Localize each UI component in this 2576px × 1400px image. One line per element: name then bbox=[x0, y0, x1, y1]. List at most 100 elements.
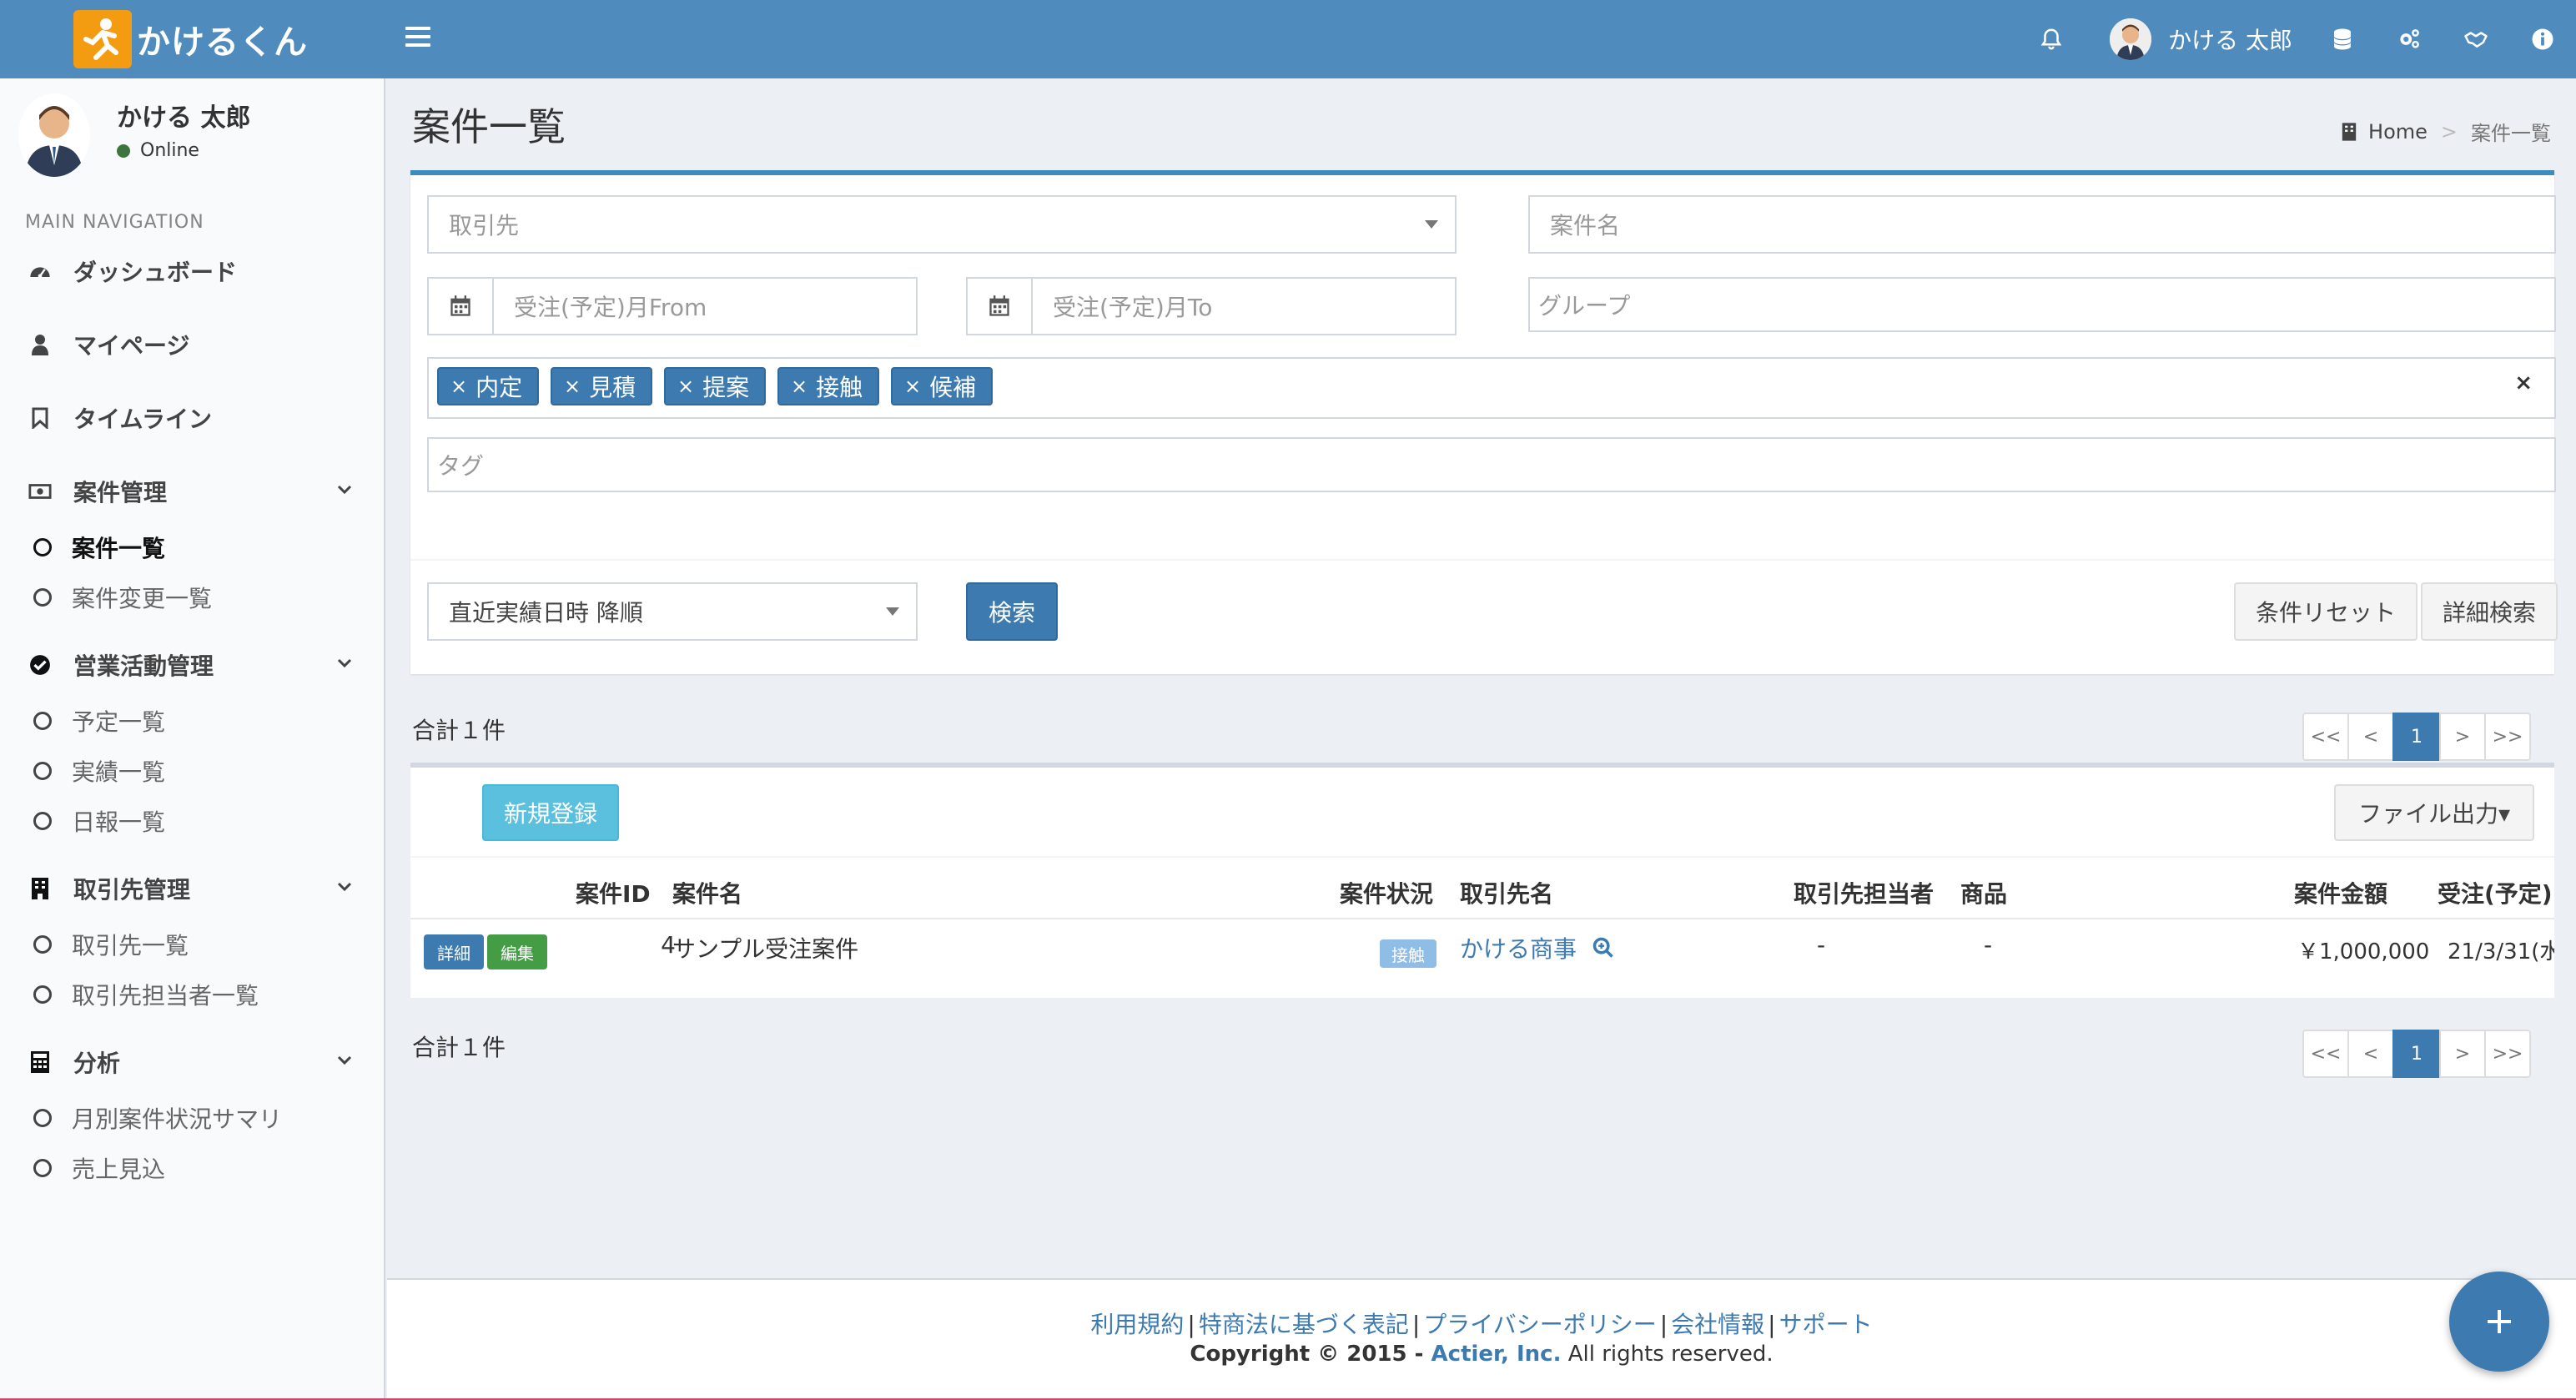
calendar-icon[interactable] bbox=[968, 279, 1033, 334]
sidebar-item-schedule-list[interactable]: 予定一覧 bbox=[0, 696, 384, 746]
detail-button[interactable]: 詳細 bbox=[424, 934, 484, 969]
month-to-field[interactable]: 受注(予定)月To bbox=[966, 277, 1457, 335]
cell-product: - bbox=[1984, 931, 1993, 959]
reset-button[interactable]: 条件リセット bbox=[2234, 582, 2418, 641]
sidebar-item-timeline[interactable]: タイムライン bbox=[0, 389, 384, 447]
remove-icon[interactable]: × bbox=[564, 375, 581, 398]
sort-select[interactable]: 直近実績日時 降順 bbox=[427, 582, 918, 641]
status-chip-naitei[interactable]: × 内定 bbox=[437, 367, 540, 405]
remove-icon[interactable]: × bbox=[450, 375, 467, 398]
sidebar-item-project-list[interactable]: 案件一覧 bbox=[0, 522, 384, 572]
chip-label: 提案 bbox=[702, 374, 750, 401]
col-header-contact[interactable]: 取引先担当者 bbox=[1794, 876, 1934, 909]
sidebar-item-monthly-summary[interactable]: 月別案件状況サマリ bbox=[0, 1093, 384, 1143]
search-button[interactable]: 検索 bbox=[966, 582, 1058, 641]
sidebar-item-sales-activity[interactable]: 営業活動管理 bbox=[0, 636, 384, 694]
status-chip-kouho[interactable]: × 候補 bbox=[891, 367, 994, 405]
page-prev-button[interactable]: < bbox=[2347, 713, 2394, 761]
col-header-client[interactable]: 取引先名 bbox=[1460, 876, 1553, 909]
circle-icon bbox=[33, 812, 52, 830]
sidebar-item-client-contact-list[interactable]: 取引先担当者一覧 bbox=[0, 969, 384, 1020]
divider bbox=[410, 856, 2554, 858]
sidebar-item-client-list[interactable]: 取引先一覧 bbox=[0, 919, 384, 969]
cogs-icon[interactable] bbox=[2376, 0, 2443, 78]
col-header-id[interactable]: 案件ID bbox=[576, 876, 651, 909]
footer-link-company[interactable]: 会社情報 bbox=[1671, 1311, 1764, 1338]
page-first-button[interactable]: << bbox=[2302, 1030, 2349, 1078]
tag-input[interactable]: タグ bbox=[427, 437, 2556, 492]
app-logo[interactable]: かけるくん bbox=[73, 10, 308, 68]
page-1-button[interactable]: 1 bbox=[2392, 1030, 2441, 1078]
footer-link-privacy[interactable]: プライバシーポリシー bbox=[1423, 1311, 1656, 1338]
database-icon[interactable] bbox=[2309, 0, 2376, 78]
cell-amount: ￥1,000,000 bbox=[2297, 939, 2430, 964]
circle-icon bbox=[33, 935, 52, 954]
sidebar-item-label: マイページ bbox=[73, 332, 190, 360]
bell-icon[interactable] bbox=[2018, 0, 2085, 78]
page-prev-button[interactable]: < bbox=[2347, 1030, 2394, 1078]
client-link[interactable]: かける商事 bbox=[1460, 931, 1577, 964]
group-input[interactable]: グループ bbox=[1528, 277, 2556, 332]
add-fab-button[interactable] bbox=[2449, 1272, 2549, 1372]
client-select[interactable]: 取引先 bbox=[427, 195, 1457, 254]
sidebar-item-label: 営業活動管理 bbox=[73, 652, 214, 680]
info-icon[interactable] bbox=[2509, 0, 2576, 78]
sidebar-toggle-icon[interactable] bbox=[405, 22, 430, 55]
edit-button[interactable]: 編集 bbox=[487, 934, 547, 969]
page-next-button[interactable]: > bbox=[2439, 713, 2486, 761]
footer-sep: | bbox=[1768, 1311, 1776, 1338]
search-plus-icon[interactable] bbox=[1592, 936, 1615, 959]
nav-header: MAIN NAVIGATION bbox=[25, 212, 204, 233]
page-last-button[interactable]: >> bbox=[2484, 713, 2531, 761]
month-from-placeholder: 受注(予定)月From bbox=[514, 294, 707, 321]
sidebar-item-label: 日報一覧 bbox=[72, 808, 166, 836]
file-export-dropdown[interactable]: ファイル出力▾ bbox=[2334, 784, 2534, 841]
footer-link-support[interactable]: サポート bbox=[1779, 1311, 1873, 1338]
sidebar-item-label: 月別案件状況サマリ bbox=[72, 1105, 283, 1133]
status-chip-mitsumori[interactable]: × 見積 bbox=[551, 367, 653, 405]
remove-icon[interactable]: × bbox=[904, 375, 921, 398]
company-link[interactable]: Actier, Inc. bbox=[1431, 1342, 1562, 1367]
sidebar: かける 太郎 Online MAIN NAVIGATION ダッシュボード マイ… bbox=[0, 78, 385, 1400]
col-header-amount[interactable]: 案件金額 bbox=[2294, 876, 2387, 909]
sidebar-item-client-mgmt[interactable]: 取引先管理 bbox=[0, 859, 384, 918]
status-chip-sesshoku[interactable]: × 接触 bbox=[777, 367, 880, 405]
sidebar-item-daily-report-list[interactable]: 日報一覧 bbox=[0, 796, 384, 846]
new-project-button[interactable]: 新規登録 bbox=[482, 784, 619, 841]
sidebar-item-mypage[interactable]: マイページ bbox=[0, 315, 384, 374]
user-menu[interactable]: かける 太郎 bbox=[2085, 0, 2309, 78]
footer-sep: | bbox=[1411, 1311, 1421, 1338]
project-name-input[interactable]: 案件名 bbox=[1528, 195, 2556, 254]
page-first-button[interactable]: << bbox=[2302, 713, 2349, 761]
footer-link-commerce[interactable]: 特商法に基づく表記 bbox=[1199, 1311, 1409, 1338]
sidebar-item-project-changes[interactable]: 案件変更一覧 bbox=[0, 572, 384, 622]
remove-icon[interactable]: × bbox=[791, 375, 808, 398]
page-next-button[interactable]: > bbox=[2439, 1030, 2486, 1078]
col-header-product[interactable]: 商品 bbox=[1960, 876, 2007, 909]
advanced-search-button[interactable]: 詳細検索 bbox=[2421, 582, 2558, 641]
sidebar-item-sales-forecast[interactable]: 売上見込 bbox=[0, 1143, 384, 1193]
status-multiselect[interactable]: × 内定 × 見積 × 提案 × 接触 × 候補 × bbox=[427, 357, 2556, 419]
month-from-field[interactable]: 受注(予定)月From bbox=[427, 277, 918, 335]
col-header-name[interactable]: 案件名 bbox=[672, 876, 742, 909]
page-1-button[interactable]: 1 bbox=[2392, 713, 2441, 761]
sidebar-item-dashboard[interactable]: ダッシュボード bbox=[0, 242, 384, 300]
sidebar-item-analysis[interactable]: 分析 bbox=[0, 1033, 384, 1091]
clear-all-icon[interactable]: × bbox=[2514, 370, 2533, 395]
col-header-status[interactable]: 案件状況 bbox=[1340, 876, 1433, 909]
calendar-icon[interactable] bbox=[429, 279, 494, 334]
cell-order-date: 21/3/31(水 bbox=[2448, 939, 2554, 964]
page-last-button[interactable]: >> bbox=[2484, 1030, 2531, 1078]
status-chip-teian[interactable]: × 提案 bbox=[664, 367, 767, 405]
remove-icon[interactable]: × bbox=[677, 375, 694, 398]
breadcrumb-home[interactable]: Home bbox=[2368, 120, 2428, 144]
copyright-rights: All rights reserved. bbox=[1561, 1342, 1774, 1367]
chevron-down-icon bbox=[337, 658, 352, 668]
sidebar-item-label: タイムライン bbox=[73, 405, 213, 433]
sidebar-item-project-mgmt[interactable]: 案件管理 bbox=[0, 462, 384, 521]
month-to-placeholder: 受注(予定)月To bbox=[1053, 294, 1213, 321]
footer-link-terms[interactable]: 利用規約 bbox=[1090, 1311, 1184, 1338]
sidebar-item-results-list[interactable]: 実績一覧 bbox=[0, 746, 384, 796]
handshake-icon[interactable] bbox=[2443, 0, 2509, 78]
col-header-order-date[interactable]: 受注(予定) bbox=[2438, 876, 2554, 909]
